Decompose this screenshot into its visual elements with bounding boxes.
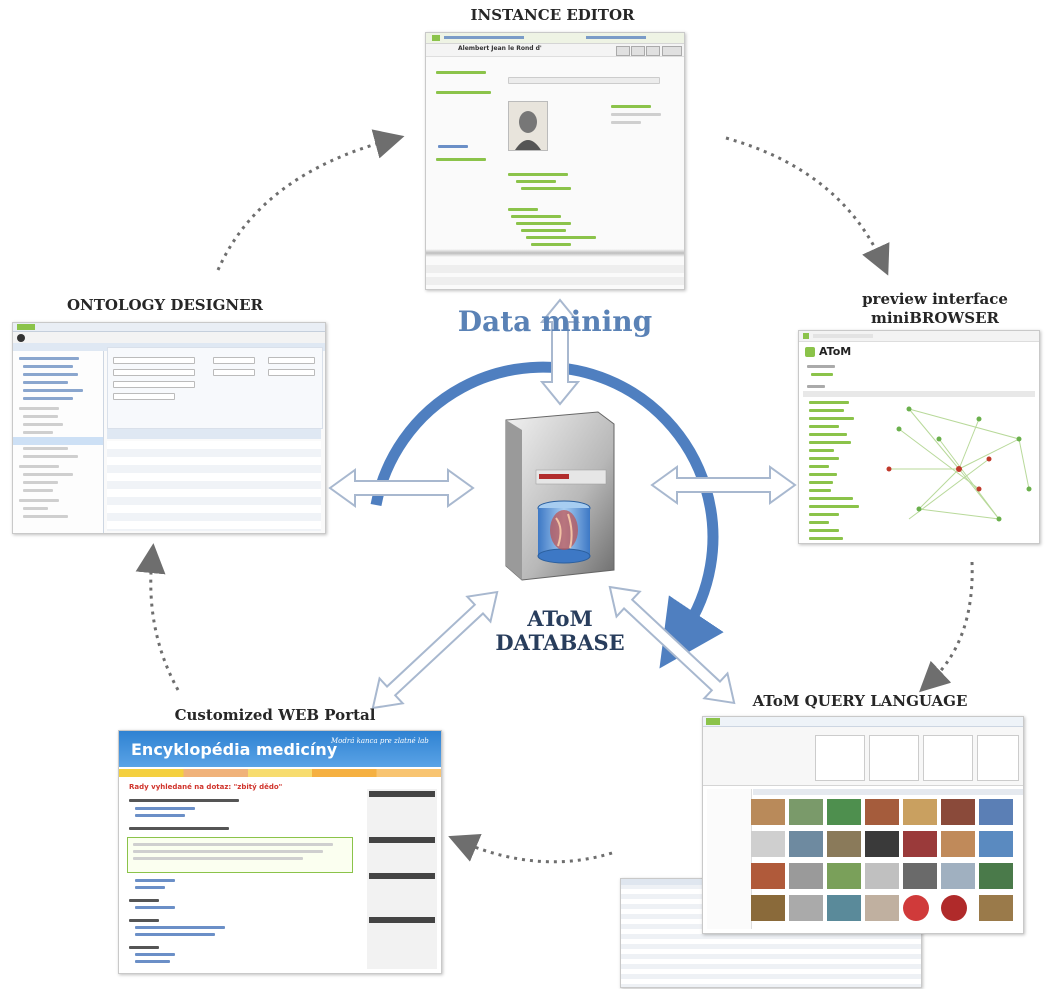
query-language-screenshot [702,716,1024,934]
center-title: Data mining [457,305,653,338]
double-arrow-left [328,468,475,508]
database-box [496,410,620,582]
preview-logo: AToM [819,345,852,358]
preview-title-line2: miniBROWSER [871,309,999,327]
portal-banner-title: Encyklopédia medicíny [131,740,338,759]
preview-screenshot: AToM [798,330,1040,544]
database-name: AToM [527,606,593,631]
query-language-title: AToM QUERY LANGUAGE [752,692,968,710]
ontology-designer-title: ONTOLOGY DESIGNER [66,296,264,314]
sql-server-box-icon [505,411,615,581]
dotted-arrow-editor-to-preview [725,136,890,276]
preview-title-line1: preview interface [862,290,1008,308]
ontology-designer-screenshot [12,322,326,534]
web-portal-screenshot: Encyklopédia medicíny Modrá kanca pre zl… [118,730,442,974]
instance-record-name: Alembert Jean le Rond d' [458,45,542,52]
dotted-arrow-preview-to-query [919,561,974,693]
instance-editor-title: INSTANCE EDITOR [470,6,635,24]
portal-banner-tagline: Modrá kanca pre zlatné lab [331,737,429,745]
database-label: DATABASE [495,630,625,655]
dotted-arrow-query-to-portal [448,834,613,864]
relation-graph [886,406,1032,522]
portal-results-heading: Rady vyhledané na dotaz: "zbitý dědo" [129,783,283,791]
dotted-arrow-ontology-to-editor [216,129,405,271]
double-arrow-right [650,465,797,505]
instance-editor-screenshot: Alembert Jean le Rond d' [425,32,685,290]
dotted-arrow-portal-to-ontology [135,543,180,691]
web-portal-title: Customized WEB Portal [174,706,376,724]
portrait-icon [515,111,541,150]
